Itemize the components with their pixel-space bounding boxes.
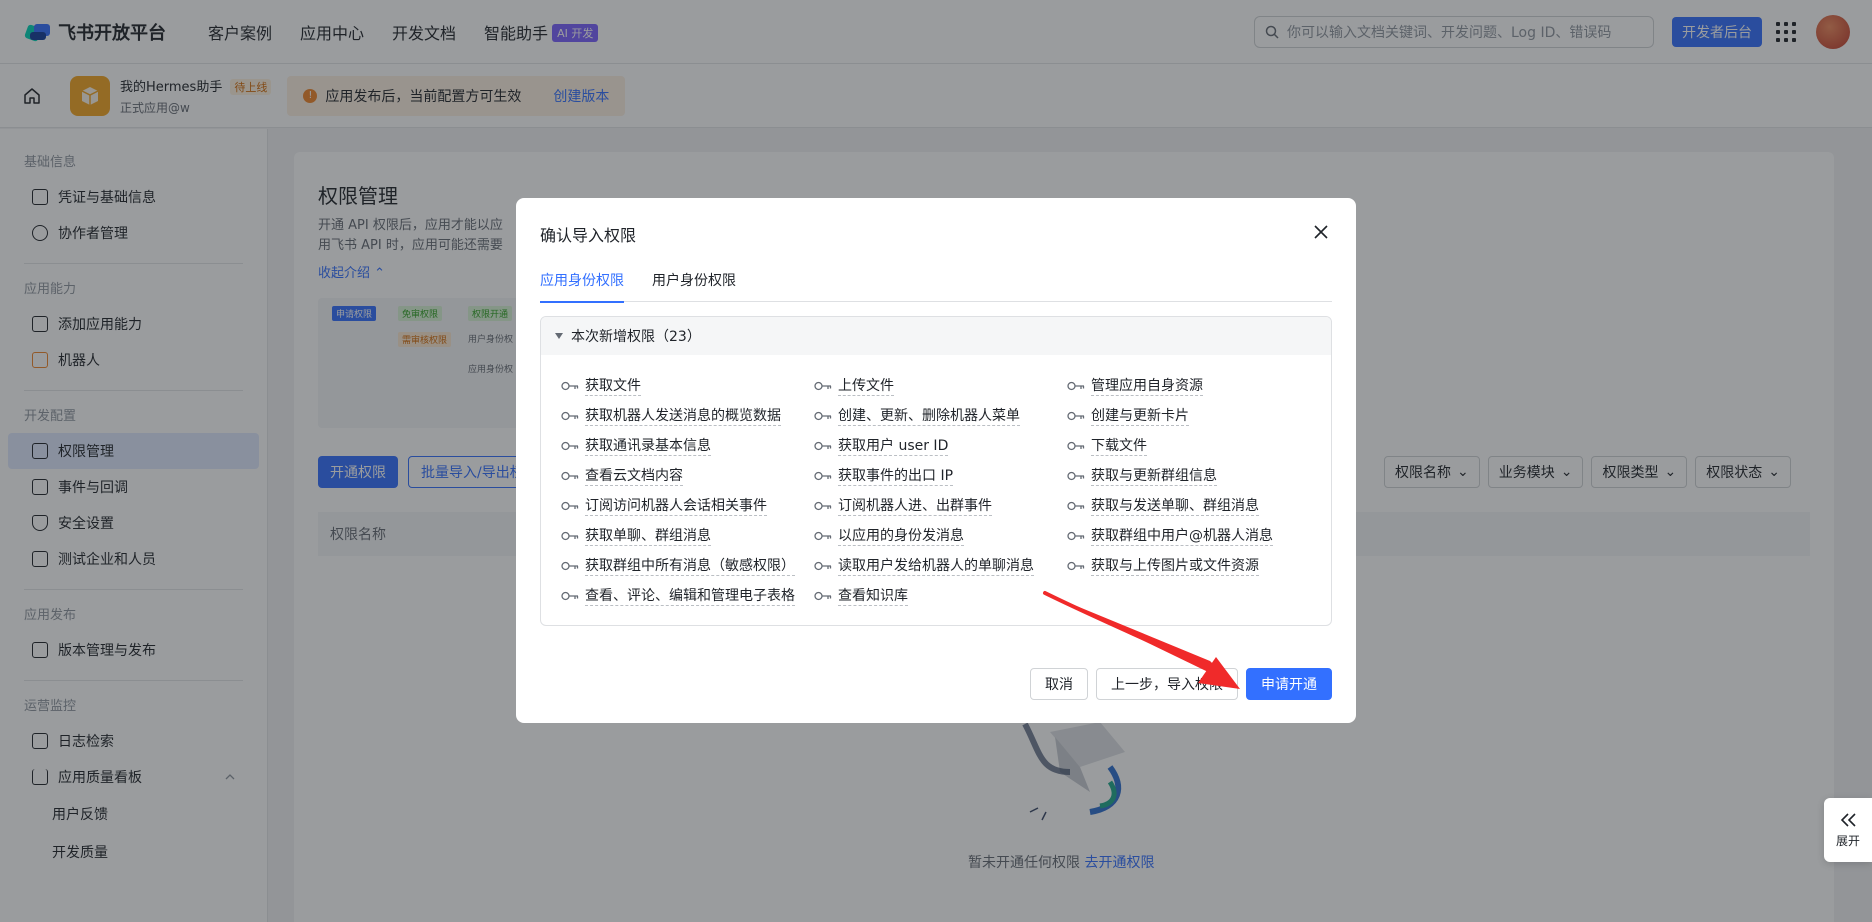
permission-item: 查看云文档内容	[561, 461, 814, 491]
permission-item: 创建、更新、删除机器人菜单	[814, 401, 1067, 431]
permission-name: 查看、评论、编辑和管理电子表格	[585, 587, 795, 606]
permission-name: 获取与更新群组信息	[1091, 467, 1217, 486]
permission-name: 查看云文档内容	[585, 467, 683, 486]
key-icon	[1067, 411, 1085, 421]
key-icon	[814, 411, 832, 421]
caret-down-icon	[555, 333, 563, 339]
key-icon	[1067, 381, 1085, 391]
key-icon	[561, 471, 579, 481]
key-icon	[814, 591, 832, 601]
permission-item: 获取通讯录基本信息	[561, 431, 814, 461]
key-icon	[1067, 471, 1085, 481]
permission-name: 上传文件	[838, 377, 894, 396]
cancel-button[interactable]: 取消	[1030, 668, 1088, 700]
new-permissions-panel: 本次新增权限（23） 获取文件 上传文件 管理应用自身资源获取机器人发送消息的概览数…	[540, 316, 1332, 626]
key-icon	[814, 441, 832, 451]
key-icon	[1067, 531, 1085, 541]
key-icon	[814, 381, 832, 391]
permission-name: 获取事件的出口 IP	[838, 467, 954, 486]
permission-item: 获取与发送单聊、群组消息	[1067, 491, 1320, 521]
permission-item: 获取单聊、群组消息	[561, 521, 814, 551]
key-icon	[1067, 501, 1085, 511]
permission-item: 获取群组中用户@机器人消息	[1067, 521, 1320, 551]
permission-name: 下载文件	[1091, 437, 1147, 456]
permission-name: 获取与发送单聊、群组消息	[1091, 497, 1259, 516]
double-chevron-left-icon	[1840, 812, 1856, 827]
key-icon	[561, 591, 579, 601]
permission-name: 订阅机器人进、出群事件	[838, 497, 992, 516]
permission-item: 以应用的身份发消息	[814, 521, 1067, 551]
permission-item: 获取与上传图片或文件资源	[1067, 551, 1320, 581]
permission-name: 管理应用自身资源	[1091, 377, 1203, 396]
permission-name: 创建与更新卡片	[1091, 407, 1189, 426]
permission-name: 获取与上传图片或文件资源	[1091, 557, 1259, 576]
permission-name: 获取群组中所有消息（敏感权限）	[585, 557, 795, 576]
key-icon	[561, 411, 579, 421]
key-icon	[561, 531, 579, 541]
permission-name: 创建、更新、删除机器人菜单	[838, 407, 1020, 426]
tab-user-identity[interactable]: 用户身份权限	[652, 270, 736, 302]
permission-item: 获取事件的出口 IP	[814, 461, 1067, 491]
tab-app-identity[interactable]: 应用身份权限	[540, 270, 624, 303]
permission-name: 获取用户 user ID	[838, 437, 949, 456]
section-title: 本次新增权限（23）	[571, 329, 701, 345]
permission-item: 下载文件	[1067, 431, 1320, 461]
permission-item: 获取群组中所有消息（敏感权限）	[561, 551, 814, 581]
key-icon	[814, 531, 832, 541]
key-icon	[561, 501, 579, 511]
permission-item: 读取用户发给机器人的单聊消息	[814, 551, 1067, 581]
apply-open-button[interactable]: 申请开通	[1246, 668, 1332, 700]
permission-item: 查看知识库	[814, 581, 1067, 611]
key-icon	[1067, 441, 1085, 451]
permission-item: 获取文件	[561, 371, 814, 401]
permission-item: 创建与更新卡片	[1067, 401, 1320, 431]
key-icon	[1067, 561, 1085, 571]
key-icon	[814, 561, 832, 571]
section-header[interactable]: 本次新增权限（23）	[541, 317, 1331, 355]
permission-item: 查看、评论、编辑和管理电子表格	[561, 581, 814, 611]
permission-name: 查看知识库	[838, 587, 908, 606]
expand-panel-button[interactable]: 展开	[1824, 798, 1872, 862]
permission-item: 获取与更新群组信息	[1067, 461, 1320, 491]
permission-name: 获取机器人发送消息的概览数据	[585, 407, 781, 426]
permission-name: 读取用户发给机器人的单聊消息	[838, 557, 1034, 576]
key-icon	[561, 381, 579, 391]
confirm-import-dialog: 确认导入权限 应用身份权限 用户身份权限 本次新增权限（23） 获取文件 上传文件…	[516, 198, 1356, 723]
identity-tabs: 应用身份权限 用户身份权限	[540, 270, 1332, 303]
key-icon	[814, 471, 832, 481]
permission-item: 订阅访问机器人会话相关事件	[561, 491, 814, 521]
permission-item: 获取用户 user ID	[814, 431, 1067, 461]
permission-name: 获取通讯录基本信息	[585, 437, 711, 456]
permission-name: 订阅访问机器人会话相关事件	[585, 497, 767, 516]
permission-item: 上传文件	[814, 371, 1067, 401]
key-icon	[561, 441, 579, 451]
previous-step-button[interactable]: 上一步，导入权限	[1096, 668, 1238, 700]
permission-name: 获取群组中用户@机器人消息	[1091, 527, 1273, 546]
close-icon[interactable]	[1311, 222, 1331, 242]
permission-item: 获取机器人发送消息的概览数据	[561, 401, 814, 431]
permission-list: 获取文件 上传文件 管理应用自身资源获取机器人发送消息的概览数据 创建、更新、删除机器…	[541, 355, 1331, 611]
dialog-footer: 取消 上一步，导入权限 申请开通	[1030, 668, 1332, 700]
permission-item: 管理应用自身资源	[1067, 371, 1320, 401]
permission-name: 获取单聊、群组消息	[585, 527, 711, 546]
key-icon	[561, 561, 579, 571]
dialog-title: 确认导入权限	[540, 226, 637, 245]
permission-name: 以应用的身份发消息	[838, 527, 964, 546]
permission-item: 订阅机器人进、出群事件	[814, 491, 1067, 521]
expand-label: 展开	[1835, 833, 1860, 848]
permission-name: 获取文件	[585, 377, 641, 396]
key-icon	[814, 501, 832, 511]
